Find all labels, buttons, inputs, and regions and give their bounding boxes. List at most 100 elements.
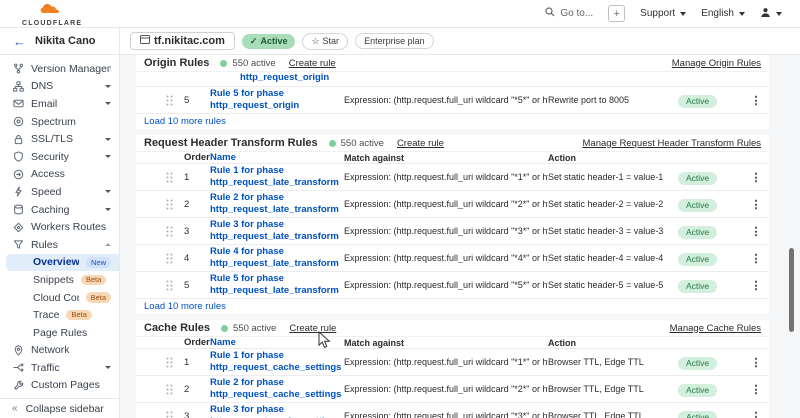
support-label: Support	[640, 8, 675, 19]
kebab-menu-icon[interactable]: ⋮	[743, 410, 769, 418]
sidebar-item-speed[interactable]: Speed	[0, 183, 119, 201]
kebab-menu-icon[interactable]: ⋮	[743, 171, 769, 184]
drag-handle-icon[interactable]	[166, 253, 184, 264]
add-site-button[interactable]: +	[608, 5, 625, 22]
collapse-sidebar-button[interactable]: « Collapse sidebar	[0, 398, 119, 418]
sidebar-item-network[interactable]: Network	[0, 342, 119, 360]
sidebar-item-dns[interactable]: DNS	[0, 78, 119, 96]
rule-match-expression: Expression: (http.request.full_uri wildc…	[344, 226, 548, 236]
column-name: Name	[210, 152, 344, 164]
sidebar-item-spectrum[interactable]: Spectrum	[0, 113, 119, 131]
sidebar-item-email[interactable]: Email	[0, 95, 119, 113]
account-breadcrumb[interactable]: ← Nikita Cano	[0, 28, 120, 54]
kebab-menu-icon[interactable]: ⋮	[743, 252, 769, 265]
sidebar-item-caching[interactable]: Caching	[0, 201, 119, 219]
create-rule-link[interactable]: Create rule	[289, 58, 336, 69]
rule-name-link[interactable]: Rule 4 for phasehttp_request_late_transf…	[210, 246, 344, 270]
status-badge: Active	[678, 199, 717, 212]
star-button[interactable]: ☆ Star	[302, 33, 348, 50]
rule-name-link[interactable]: http_request_origin	[240, 72, 329, 83]
rule-name-link[interactable]: Rule 5 for phasehttp_request_late_transf…	[210, 273, 344, 297]
kebab-menu-icon[interactable]: ⋮	[743, 356, 769, 369]
language-menu[interactable]: English	[701, 8, 745, 19]
sidebar-item-ssl-tls[interactable]: SSL/TLS	[0, 130, 119, 148]
load-more-rules-link[interactable]: Load 10 more rules	[136, 114, 769, 129]
spectrum-icon	[12, 116, 24, 127]
rule-name-link[interactable]: Rule 3 for phasehttp_request_cache_setti…	[210, 404, 344, 418]
rule-status: Active	[678, 380, 728, 398]
table-column-header: OrderNameMatch againstAction	[136, 337, 769, 349]
drag-handle-icon[interactable]	[166, 357, 184, 368]
wrench-icon	[12, 380, 24, 391]
kebab-menu-icon[interactable]: ⋮	[743, 225, 769, 238]
sidebar-item-label: Cloud Connector	[33, 292, 79, 304]
sidebar-item-page-rules[interactable]: Page Rules	[0, 324, 119, 342]
load-more-rules-link[interactable]: Load 10 more rules	[136, 299, 769, 314]
chevron-down-icon	[105, 85, 111, 88]
back-arrow-icon[interactable]: ←	[13, 35, 26, 48]
collapse-label: Collapse sidebar	[26, 403, 104, 415]
sidebar-item-snippets[interactable]: SnippetsBeta	[0, 271, 119, 289]
drag-handle-icon[interactable]	[166, 172, 184, 183]
sidebar-item-cloud-connector[interactable]: Cloud ConnectorBeta	[0, 289, 119, 307]
sidebar-item-access[interactable]: Access	[0, 166, 119, 184]
email-icon	[12, 98, 24, 109]
goto-search[interactable]: Go to...	[545, 7, 593, 20]
rule-name-link[interactable]: Rule 3 for phasehttp_request_late_transf…	[210, 219, 344, 243]
section-title: Cache Rules	[144, 322, 210, 334]
rule-name-line1: Rule 2 for phase	[210, 377, 336, 389]
support-menu[interactable]: Support	[640, 8, 686, 19]
collapse-chevrons-icon: «	[12, 403, 18, 414]
create-rule-link[interactable]: Create rule	[397, 138, 444, 149]
drag-handle-icon[interactable]	[166, 199, 184, 210]
drag-handle-icon[interactable]	[166, 95, 184, 106]
sidebar-item-label: SSL/TLS	[31, 133, 73, 145]
kebab-menu-icon[interactable]: ⋮	[743, 383, 769, 396]
manage-rules-link[interactable]: Manage Request Header Transform Rules	[583, 138, 761, 149]
drag-handle-icon[interactable]	[166, 384, 184, 395]
sidebar-item-label: Page Rules	[33, 327, 87, 339]
sidebar-item-custom-pages[interactable]: Custom Pages	[0, 377, 119, 395]
section-header-cache-rules: Cache Rules550 activeCreate ruleManage C…	[136, 320, 769, 337]
rule-action: Browser TTL, Edge TTL	[548, 357, 678, 367]
sidebar-item-overview[interactable]: OverviewNew	[6, 254, 119, 272]
sidebar-item-version-management[interactable]: Version Management	[0, 60, 119, 78]
manage-rules-link[interactable]: Manage Origin Rules	[672, 58, 761, 69]
zone-selector[interactable]: tf.nikitac.com	[130, 32, 235, 50]
rule-status: Active	[678, 91, 728, 109]
sidebar-item-rules[interactable]: Rules	[0, 236, 119, 254]
zone-status-badge: ✓ Active	[242, 34, 296, 49]
rule-status: Active	[678, 353, 728, 371]
drag-handle-icon[interactable]	[166, 411, 184, 418]
cloudflare-logo[interactable]: CLOUDFLARE	[22, 3, 82, 27]
user-menu[interactable]	[760, 7, 782, 21]
sidebar-item-traffic[interactable]: Traffic	[0, 359, 119, 377]
sidebar-item-trace[interactable]: TraceBeta	[0, 306, 119, 324]
drag-handle-icon[interactable]	[166, 226, 184, 237]
status-badge: Active	[678, 411, 717, 418]
rule-name-link[interactable]: Rule 2 for phasehttp_request_cache_setti…	[210, 377, 344, 401]
kebab-menu-icon[interactable]: ⋮	[743, 279, 769, 292]
sidebar-item-workers-routes[interactable]: Workers Routes	[0, 218, 119, 236]
kebab-menu-icon[interactable]: ⋮	[743, 198, 769, 211]
rule-match-expression: Expression: (http.request.full_uri wildc…	[344, 199, 548, 209]
rule-status: Active	[678, 195, 728, 213]
rule-action: Browser TTL, Edge TTL	[548, 411, 678, 418]
create-rule-link[interactable]: Create rule	[289, 323, 336, 334]
sidebar-item-label: DNS	[31, 80, 53, 92]
rule-name-link[interactable]: Rule 5 for phasehttp_request_origin	[210, 88, 344, 112]
rule-name-link[interactable]: Rule 2 for phasehttp_request_late_transf…	[210, 192, 344, 216]
drag-handle-icon[interactable]	[166, 280, 184, 291]
status-badge: Active	[678, 253, 717, 266]
rule-match-expression: Expression: (http.request.full_uri wildc…	[344, 253, 548, 263]
rule-name-link[interactable]: Rule 1 for phasehttp_request_cache_setti…	[210, 350, 344, 374]
vertical-scrollbar[interactable]	[789, 248, 794, 332]
rule-name-link[interactable]: Rule 1 for phasehttp_request_late_transf…	[210, 165, 344, 189]
kebab-menu-icon[interactable]: ⋮	[743, 94, 769, 107]
goto-label: Go to...	[560, 8, 593, 19]
star-label: Star	[323, 36, 340, 46]
sidebar-item-security[interactable]: Security	[0, 148, 119, 166]
access-icon	[12, 169, 24, 180]
rule-order: 5	[184, 95, 210, 106]
manage-rules-link[interactable]: Manage Cache Rules	[670, 323, 761, 334]
